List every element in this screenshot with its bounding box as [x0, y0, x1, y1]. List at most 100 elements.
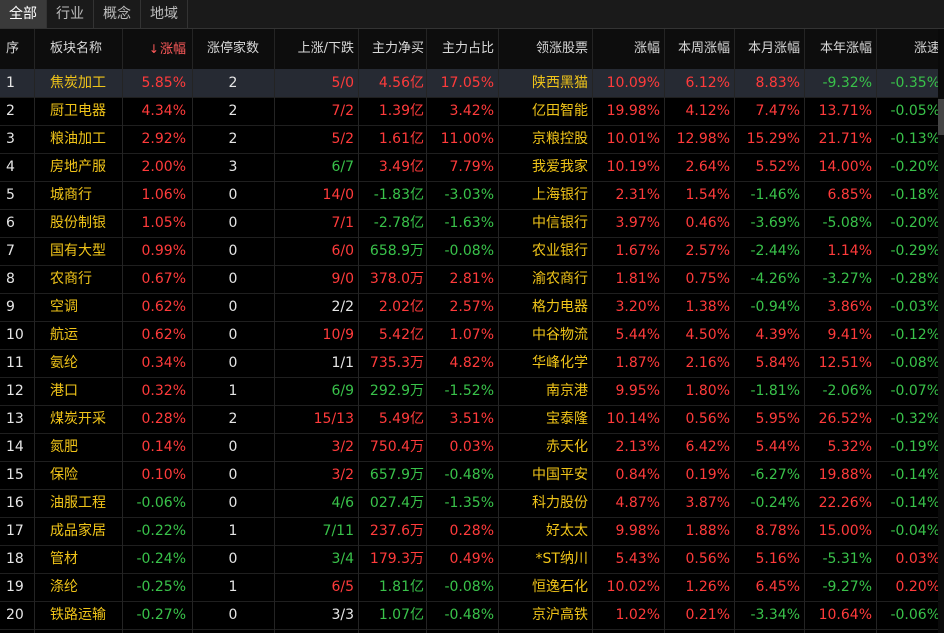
row-change: 0.14% [141, 439, 186, 455]
table-row[interactable]: 20 铁路运输 -0.27% 0 3/3 1.07亿 -0.48% 京沪高铁 1.02% 0.21… [0, 601, 944, 630]
column-divider [426, 29, 427, 633]
row-year-change: 9.41% [827, 327, 872, 343]
row-seq: 20 [6, 607, 24, 623]
row-year-change: 6.85% [827, 187, 872, 203]
table-row[interactable]: 18 管材 -0.24% 0 3/4 179.3万 0.49% *ST纳川 5.43% 0.56%… [0, 545, 944, 574]
col-header-main-net-buy[interactable]: 主力净买 [358, 29, 426, 69]
table-row[interactable]: 5 城商行 1.06% 0 14/0 -1.83亿 -3.03% 上海银行 2.31% 1.54%… [0, 181, 944, 210]
row-main-ratio: 4.82% [449, 355, 494, 371]
row-main-ratio: 0.49% [449, 551, 494, 567]
row-year-change: 26.52% [818, 411, 872, 427]
col-header-seq[interactable]: 序 [0, 29, 34, 69]
row-leading-change: 10.09% [606, 75, 660, 91]
row-leading-stock: 华峰化学 [532, 355, 588, 371]
col-header-month-change[interactable]: 本月涨幅 [734, 29, 804, 69]
row-main-net-buy: 4.56亿 [378, 75, 424, 91]
row-seq: 12 [6, 383, 24, 399]
row-leading-change: 10.19% [606, 159, 660, 175]
row-seq: 16 [6, 495, 24, 511]
col-header-leading-stock[interactable]: 领涨股票 [498, 29, 592, 69]
scrollbar-thumb[interactable] [938, 99, 944, 135]
tab-2[interactable]: 概念 [94, 0, 141, 28]
row-main-net-buy: 1.81亿 [378, 579, 424, 595]
row-limit-up-count: 0 [228, 495, 238, 511]
row-up-down: 1/1 [331, 355, 354, 371]
row-year-change: 13.71% [818, 103, 872, 119]
row-month-change: -0.24% [750, 495, 800, 511]
row-up-down: 9/0 [331, 271, 354, 287]
row-main-net-buy: -2.78亿 [373, 215, 424, 231]
col-header-up-down[interactable]: 上涨/下跌 [274, 29, 358, 69]
row-change: 5.85% [141, 75, 186, 91]
row-limit-up-count: 1 [228, 523, 238, 539]
row-month-change: 5.16% [755, 551, 800, 567]
table-row[interactable]: 19 涤纶 -0.25% 1 6/5 1.81亿 -0.08% 恒逸石化 10.02% 1.26%… [0, 573, 944, 602]
row-seq: 5 [6, 187, 15, 203]
col-header-name[interactable]: 板块名称 [34, 29, 122, 69]
row-main-ratio: -0.08% [444, 579, 494, 595]
row-limit-up-count: 3 [228, 159, 238, 175]
row-leading-stock: 上海银行 [532, 187, 588, 203]
table-row[interactable]: 15 保险 0.10% 0 3/2 657.9万 -0.48% 中国平安 0.84% 0.19% -… [0, 461, 944, 490]
row-month-change: 7.47% [755, 103, 800, 119]
row-seq: 19 [6, 579, 24, 595]
row-up-down: 5/0 [331, 75, 354, 91]
row-up-down: 2/2 [331, 299, 354, 315]
row-up-down: 10/9 [322, 327, 354, 343]
row-sector-name: 航运 [50, 327, 78, 343]
row-leading-change: 5.44% [615, 327, 660, 343]
column-divider [664, 29, 665, 633]
col-header-year-change[interactable]: 本年涨幅 [804, 29, 876, 69]
row-month-change: -1.81% [750, 383, 800, 399]
row-leading-stock: 科力股份 [532, 495, 588, 511]
row-sector-name: 粮油加工 [50, 131, 106, 147]
table-row[interactable]: 9 空调 0.62% 0 2/2 2.02亿 2.57% 格力电器 3.20% 1.38% -0.9… [0, 293, 944, 322]
table-row[interactable]: 6 股份制银 1.05% 0 7/1 -2.78亿 -1.63% 中信银行 3.97% 0.46%… [0, 209, 944, 238]
row-main-net-buy: 750.4万 [369, 439, 424, 455]
table-row[interactable]: 16 油服工程 -0.06% 0 4/6 027.4万 -1.35% 科力股份 4.87% 3.8… [0, 489, 944, 518]
row-week-change: 4.12% [685, 103, 730, 119]
table-row[interactable]: 17 成品家居 -0.22% 1 7/11 237.6万 0.28% 好太太 9.98% 1.88… [0, 517, 944, 546]
row-leading-change: 2.13% [615, 439, 660, 455]
table-row[interactable]: 8 农商行 0.67% 0 9/0 378.0万 2.81% 渝农商行 1.81% 0.75% -4… [0, 265, 944, 294]
table-row[interactable]: 13 煤炭开采 0.28% 2 15/13 5.49亿 3.51% 宝泰隆 10.14% 0.56… [0, 405, 944, 434]
row-limit-up-count: 0 [228, 551, 238, 567]
tab-1[interactable]: 行业 [47, 0, 94, 28]
row-leading-change: 19.98% [606, 103, 660, 119]
row-leading-stock: 中信银行 [532, 215, 588, 231]
row-seq: 11 [6, 355, 24, 371]
col-header-speed[interactable]: 涨速 [876, 29, 944, 69]
row-week-change: 4.50% [685, 327, 730, 343]
col-header-change[interactable]: ↓涨幅 [122, 29, 192, 69]
row-up-down: 7/2 [331, 103, 354, 119]
col-header-leading-change[interactable]: 涨幅 [592, 29, 664, 69]
col-header-week-change[interactable]: 本周涨幅 [664, 29, 734, 69]
col-header-limit-up-count[interactable]: 涨停家数 [192, 29, 274, 69]
table-row[interactable]: 3 粮油加工 2.92% 2 5/2 1.61亿 11.00% 京粮控股 10.01% 12.98… [0, 125, 944, 154]
row-sector-name: 煤炭开采 [50, 411, 106, 427]
table-row[interactable]: 12 港口 0.32% 1 6/9 292.9万 -1.52% 南京港 9.95% 1.80% -1… [0, 377, 944, 406]
tab-3[interactable]: 地域 [141, 0, 188, 28]
row-main-ratio: 0.28% [449, 523, 494, 539]
row-week-change: 0.46% [685, 215, 730, 231]
tab-0[interactable]: 全部 [0, 0, 47, 28]
table-row[interactable]: 11 氨纶 0.34% 0 1/1 735.3万 4.82% 华峰化学 1.87% 2.16% 5.… [0, 349, 944, 378]
table-row[interactable]: 1 焦炭加工 5.85% 2 5/0 4.56亿 17.05% 陕西黑猫 10.09% 6.12%… [0, 69, 944, 98]
table-row[interactable]: 7 国有大型 0.99% 0 6/0 658.9万 -0.08% 农业银行 1.67% 2.57%… [0, 237, 944, 266]
row-month-change: -3.34% [750, 607, 800, 623]
table-row[interactable]: 2 厨卫电器 4.34% 2 7/2 1.39亿 3.42% 亿田智能 19.98% 4.12% 7… [0, 97, 944, 126]
col-header-main-ratio[interactable]: 主力占比 [426, 29, 498, 69]
vertical-scrollbar[interactable] [938, 29, 944, 633]
column-divider [734, 29, 735, 633]
row-sector-name: 成品家居 [50, 523, 106, 539]
row-up-down: 7/1 [331, 215, 354, 231]
row-leading-stock: 渝农商行 [532, 271, 588, 287]
sort-desc-icon: ↓ [148, 42, 159, 56]
table-row[interactable]: 4 房地产服 2.00% 3 6/7 3.49亿 7.79% 我爱我家 10.19% 2.64% 5… [0, 153, 944, 182]
table-row[interactable]: 14 氮肥 0.14% 0 3/2 750.4万 0.03% 赤天化 2.13% 6.42% 5.4… [0, 433, 944, 462]
table-row[interactable]: 10 航运 0.62% 0 10/9 5.42亿 1.07% 中谷物流 5.44% 4.50% 4.… [0, 321, 944, 350]
row-month-change: -1.46% [750, 187, 800, 203]
row-main-ratio: 3.51% [449, 411, 494, 427]
row-change: 0.62% [141, 327, 186, 343]
row-up-down: 3/2 [331, 467, 354, 483]
